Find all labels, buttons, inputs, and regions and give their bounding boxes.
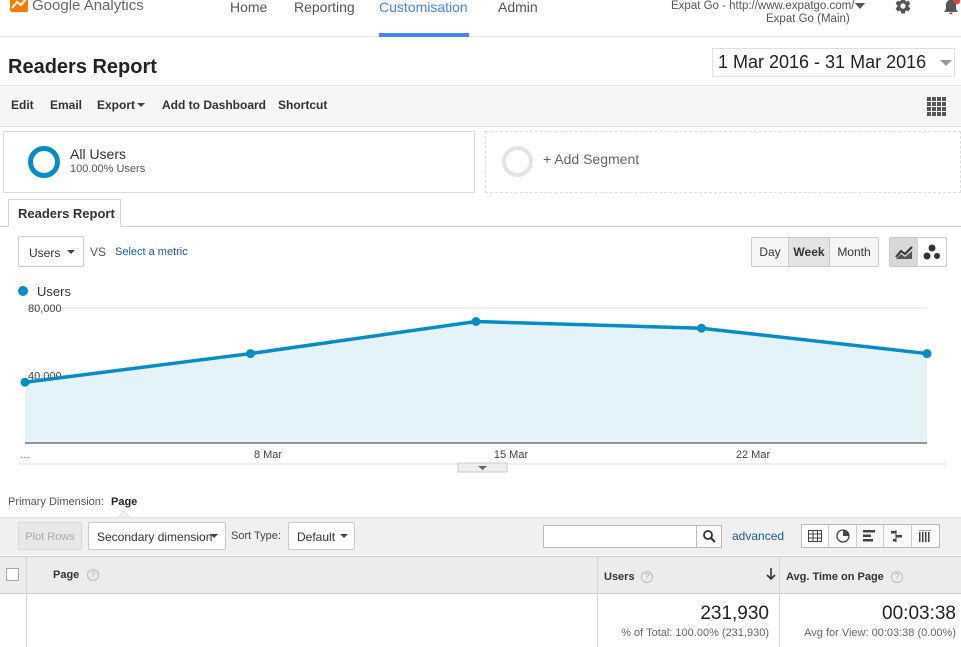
- table-search-input[interactable]: [543, 525, 697, 548]
- chevron-down-icon[interactable]: [855, 3, 865, 9]
- edit-button[interactable]: Edit: [11, 98, 34, 112]
- comparison-view-icon[interactable]: [884, 525, 912, 547]
- secondary-dimension-dropdown[interactable]: Secondary dimension: [88, 522, 226, 550]
- column-header-avg-time-on-page[interactable]: Avg. Time on Page: [786, 571, 884, 583]
- segment-percentage: 100.00% Users: [70, 163, 146, 175]
- account-view[interactable]: Expat Go (Main): [766, 13, 850, 25]
- users-over-time-chart: 40,00080,000... 8 Mar 15 Mar 22 Mar: [18, 303, 946, 473]
- search-button[interactable]: [696, 525, 722, 548]
- segment-ring-icon: [28, 146, 60, 178]
- help-icon[interactable]: ?: [641, 571, 653, 583]
- legend-label-users: Users: [37, 284, 71, 299]
- data-point: [922, 349, 932, 359]
- export-button[interactable]: Export: [97, 98, 135, 112]
- users-total: 231,930: [700, 603, 769, 624]
- performance-view-icon[interactable]: [857, 525, 885, 547]
- nav-active-indicator: [379, 33, 469, 37]
- grid-view-icon[interactable]: [926, 96, 946, 116]
- y-tick-label: 80,000: [28, 303, 62, 315]
- data-point: [20, 377, 30, 387]
- granularity-toggle: Day Week Month: [751, 237, 879, 267]
- segment-name[interactable]: All Users: [70, 146, 126, 162]
- nav-customisation[interactable]: Customisation: [379, 0, 468, 15]
- week-button[interactable]: Week: [788, 238, 830, 266]
- segment-placeholder-icon: [502, 146, 533, 177]
- advanced-filter-link[interactable]: advanced: [732, 529, 784, 543]
- app-title[interactable]: Google Analytics: [32, 0, 144, 14]
- analytics-logo-icon[interactable]: [10, 0, 28, 12]
- email-button[interactable]: Email: [50, 98, 82, 112]
- nav-admin[interactable]: Admin: [498, 0, 538, 15]
- bell-icon[interactable]: [941, 0, 961, 16]
- column-header-users[interactable]: Users: [604, 571, 635, 583]
- motion-chart-icon[interactable]: [918, 238, 946, 266]
- column-header-page[interactable]: Page: [53, 569, 79, 581]
- chevron-down-icon[interactable]: [67, 250, 75, 254]
- chevron-down-icon[interactable]: [137, 103, 145, 107]
- primary-dimension-label: Primary Dimension:: [8, 496, 104, 508]
- nav-home[interactable]: Home: [230, 0, 267, 15]
- x-tick-label: 22 Mar: [736, 449, 771, 461]
- shortcut-button[interactable]: Shortcut: [278, 98, 327, 112]
- users-total-percentage: % of Total: 100.00% (231,930): [621, 627, 769, 639]
- x-tick-label: 8 Mar: [254, 449, 282, 461]
- data-point: [697, 323, 706, 333]
- avg-time-view-average: Avg for View: 00:03:38 (0.00%): [804, 627, 956, 639]
- pie-chart-view-icon[interactable]: [829, 525, 857, 547]
- search-icon: [702, 530, 716, 543]
- sort-descending-icon[interactable]: [764, 567, 778, 581]
- sort-type-label: Sort Type:: [231, 530, 281, 542]
- select-metric-link[interactable]: Select a metric: [115, 246, 188, 258]
- term-cloud-view-icon[interactable]: [912, 525, 939, 547]
- tab-divider: [0, 226, 961, 227]
- chevron-down-icon[interactable]: [940, 60, 952, 66]
- column-divider: [26, 556, 27, 647]
- table-view-toggle: [801, 524, 940, 548]
- chevron-down-icon[interactable]: [340, 534, 348, 538]
- month-button[interactable]: Month: [830, 238, 878, 266]
- page-title: Readers Report: [8, 56, 157, 78]
- legend-marker-users: [18, 286, 28, 296]
- add-segment-button[interactable]: + Add Segment: [543, 151, 639, 167]
- data-point: [471, 317, 481, 326]
- add-to-dashboard-button[interactable]: Add to Dashboard: [162, 98, 266, 112]
- nav-reporting[interactable]: Reporting: [294, 0, 355, 15]
- account-property[interactable]: Expat Go - http://www.expatgo.com/: [671, 0, 854, 12]
- x-tick-label: ...: [20, 449, 29, 461]
- chevron-down-icon[interactable]: [210, 534, 218, 538]
- primary-dimension-page[interactable]: Page: [111, 496, 137, 508]
- vs-label: VS: [90, 245, 107, 259]
- select-all-checkbox[interactable]: [6, 568, 19, 581]
- column-divider: [779, 556, 780, 647]
- line-chart-icon[interactable]: [890, 238, 918, 266]
- help-icon[interactable]: ?: [87, 569, 99, 581]
- tab-readers-report[interactable]: Readers Report: [8, 199, 121, 227]
- chart-type-toggle: [889, 237, 947, 267]
- data-table-view-icon[interactable]: [802, 525, 830, 547]
- help-icon[interactable]: ?: [891, 571, 903, 583]
- column-divider: [597, 556, 598, 647]
- x-tick-label: 15 Mar: [494, 449, 529, 461]
- avg-time-total: 00:03:38: [882, 603, 956, 624]
- plot-rows-button[interactable]: Plot Rows: [18, 522, 82, 550]
- day-button[interactable]: Day: [752, 238, 788, 266]
- gear-icon[interactable]: [894, 0, 912, 15]
- date-range-picker[interactable]: 1 Mar 2016 - 31 Mar 2016: [712, 48, 955, 77]
- segment-card[interactable]: [3, 131, 475, 193]
- data-point: [246, 349, 255, 359]
